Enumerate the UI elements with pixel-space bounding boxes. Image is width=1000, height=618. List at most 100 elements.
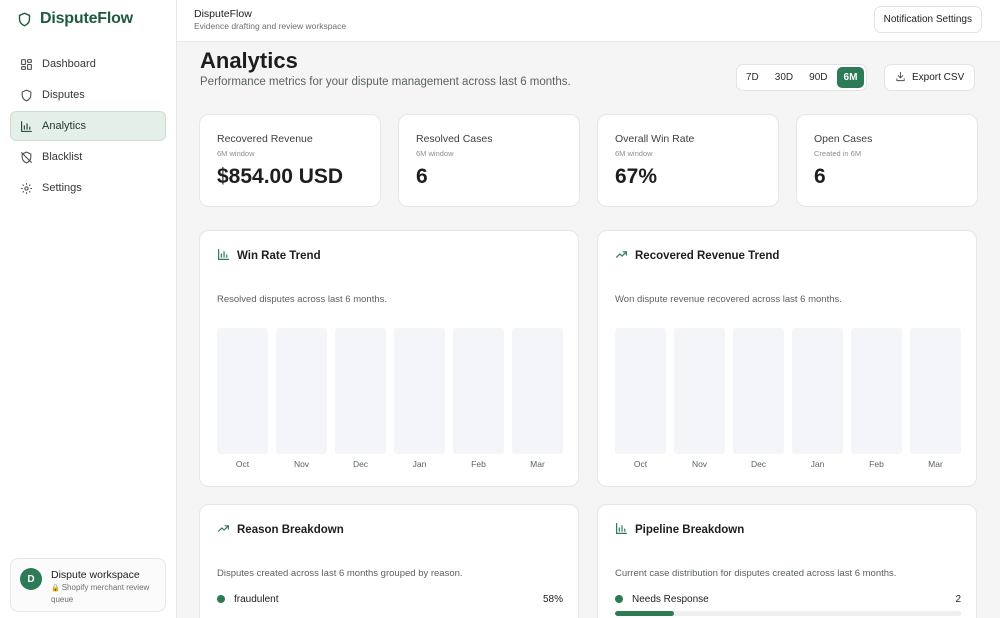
stat-card-win-rate: Overall Win Rate 6M window 67% [597, 114, 779, 207]
stat-hint: 6M window [615, 149, 653, 158]
shield-logo-icon [17, 11, 32, 28]
win-rate-trend-panel: Win Rate Trend Resolved disputes across … [199, 230, 579, 487]
notification-settings-button[interactable]: Notification Settings [873, 6, 982, 33]
bar-placeholder [217, 328, 268, 454]
lock-icon: 🔒 [51, 585, 60, 592]
shield-icon [20, 89, 33, 102]
topbar-title: DisputeFlow [194, 8, 252, 20]
stat-value: 67% [615, 165, 658, 188]
sidebar: DisputeFlow Dashboard Disputes Analytics… [0, 0, 177, 618]
month-label: Nov [691, 459, 708, 469]
workspace-name: Dispute workspace [51, 569, 140, 581]
sidebar-item-settings[interactable]: Settings [10, 173, 166, 203]
panel-title: Recovered Revenue Trend [635, 250, 780, 262]
month-label: Feb [869, 459, 884, 469]
bar-placeholder [335, 328, 386, 454]
workspace-switcher[interactable]: D Dispute workspace 🔒 Shopify merchant re… [10, 558, 166, 612]
month-label: Oct [633, 459, 648, 469]
month-label: Jan [810, 459, 825, 469]
export-csv-button[interactable]: Export CSV [884, 64, 976, 91]
range-30d-button[interactable]: 30D [768, 67, 800, 88]
panel-description: Disputes created across last 6 months gr… [217, 568, 463, 579]
bar-placeholder [851, 328, 902, 454]
bar-placeholder [792, 328, 843, 454]
page-title: Analytics [200, 48, 298, 73]
sidebar-item-label: Analytics [42, 120, 87, 132]
sidebar-item-analytics[interactable]: Analytics [10, 111, 166, 141]
status-dot [615, 595, 623, 603]
revenue-month-labels: Oct Nov Dec Jan Feb Mar [615, 459, 961, 469]
bar-placeholder [453, 328, 504, 454]
stat-value: 6 [814, 165, 826, 188]
bar-chart-icon [217, 248, 230, 264]
dashboard-icon [20, 58, 33, 71]
win-rate-month-labels: Oct Nov Dec Jan Feb Mar [217, 459, 563, 469]
sidebar-item-label: Disputes [42, 89, 85, 101]
win-rate-bars [217, 328, 563, 454]
stat-label: Open Cases [814, 133, 873, 145]
revenue-bars [615, 328, 961, 454]
pipeline-row: Needs Response 2 [615, 592, 961, 606]
sidebar-item-disputes[interactable]: Disputes [10, 80, 166, 110]
pipeline-progress-bar [615, 611, 961, 616]
month-label: Feb [471, 459, 486, 469]
stat-label: Recovered Revenue [217, 133, 313, 145]
bar-placeholder [674, 328, 725, 454]
pipeline-label: Needs Response [632, 593, 709, 605]
gear-icon [20, 182, 33, 195]
panel-title: Win Rate Trend [237, 250, 321, 262]
bar-placeholder [615, 328, 666, 454]
month-label: Mar [530, 459, 545, 469]
reason-breakdown-panel: Reason Breakdown Disputes created across… [199, 504, 579, 618]
bar-placeholder [512, 328, 563, 454]
topbar-subtitle: Evidence drafting and review workspace [194, 21, 347, 31]
month-label: Mar [928, 459, 943, 469]
range-6m-button[interactable]: 6M [836, 67, 865, 88]
brand[interactable]: DisputeFlow [17, 9, 133, 29]
brand-name: DisputeFlow [40, 10, 133, 27]
sidebar-nav: Dashboard Disputes Analytics Blacklist S… [10, 49, 166, 204]
export-csv-label: Export CSV [912, 72, 965, 83]
stat-card-open-cases: Open Cases Created in 6M 6 [796, 114, 978, 207]
reason-value: 58% [542, 593, 563, 605]
sidebar-item-dashboard[interactable]: Dashboard [10, 49, 166, 79]
panel-description: Current case distribution for disputes c… [615, 568, 897, 579]
range-selector: 7D 30D 90D 6M [736, 64, 868, 91]
month-label: Jan [412, 459, 427, 469]
reason-label: fraudulent [234, 593, 279, 605]
stat-card-resolved-cases: Resolved Cases 6M window 6 [398, 114, 580, 207]
bar-placeholder [276, 328, 327, 454]
month-label: Oct [235, 459, 250, 469]
sidebar-item-blacklist[interactable]: Blacklist [10, 142, 166, 172]
sidebar-item-label: Settings [42, 182, 82, 194]
reason-row: fraudulent 58% [217, 592, 563, 606]
bar-placeholder [733, 328, 784, 454]
sidebar-item-label: Blacklist [42, 151, 83, 163]
range-7d-button[interactable]: 7D [739, 67, 766, 88]
shield-off-icon [20, 151, 33, 164]
bar-placeholder [910, 328, 961, 454]
panel-header: Pipeline Breakdown [615, 522, 744, 538]
sidebar-item-label: Dashboard [42, 58, 96, 70]
panel-title: Pipeline Breakdown [635, 524, 745, 536]
workspace-subtitle: 🔒 Shopify merchant review queue [51, 582, 161, 605]
panel-title: Reason Breakdown [237, 524, 344, 536]
panel-description: Resolved disputes across last 6 months. [217, 294, 388, 305]
panel-description: Won dispute revenue recovered across las… [615, 294, 842, 305]
stat-card-recovered-revenue: Recovered Revenue 6M window $854.00 USD [199, 114, 381, 207]
download-icon [895, 71, 906, 85]
month-label: Dec [750, 459, 767, 469]
bar-chart-icon [615, 522, 628, 538]
month-label: Nov [293, 459, 310, 469]
stat-value: $854.00 USD [217, 165, 344, 188]
main-content: Analytics Performance metrics for your d… [177, 42, 1000, 618]
panel-header: Reason Breakdown [217, 522, 344, 538]
pipeline-value: 2 [955, 593, 961, 605]
panel-header: Recovered Revenue Trend [615, 248, 779, 264]
stat-value: 6 [416, 165, 428, 188]
range-90d-button[interactable]: 90D [802, 67, 834, 88]
bar-chart-icon [20, 120, 33, 133]
topbar: DisputeFlow Evidence drafting and review… [177, 0, 1000, 42]
bar-placeholder [394, 328, 445, 454]
stat-hint: Created in 6M [814, 149, 862, 158]
